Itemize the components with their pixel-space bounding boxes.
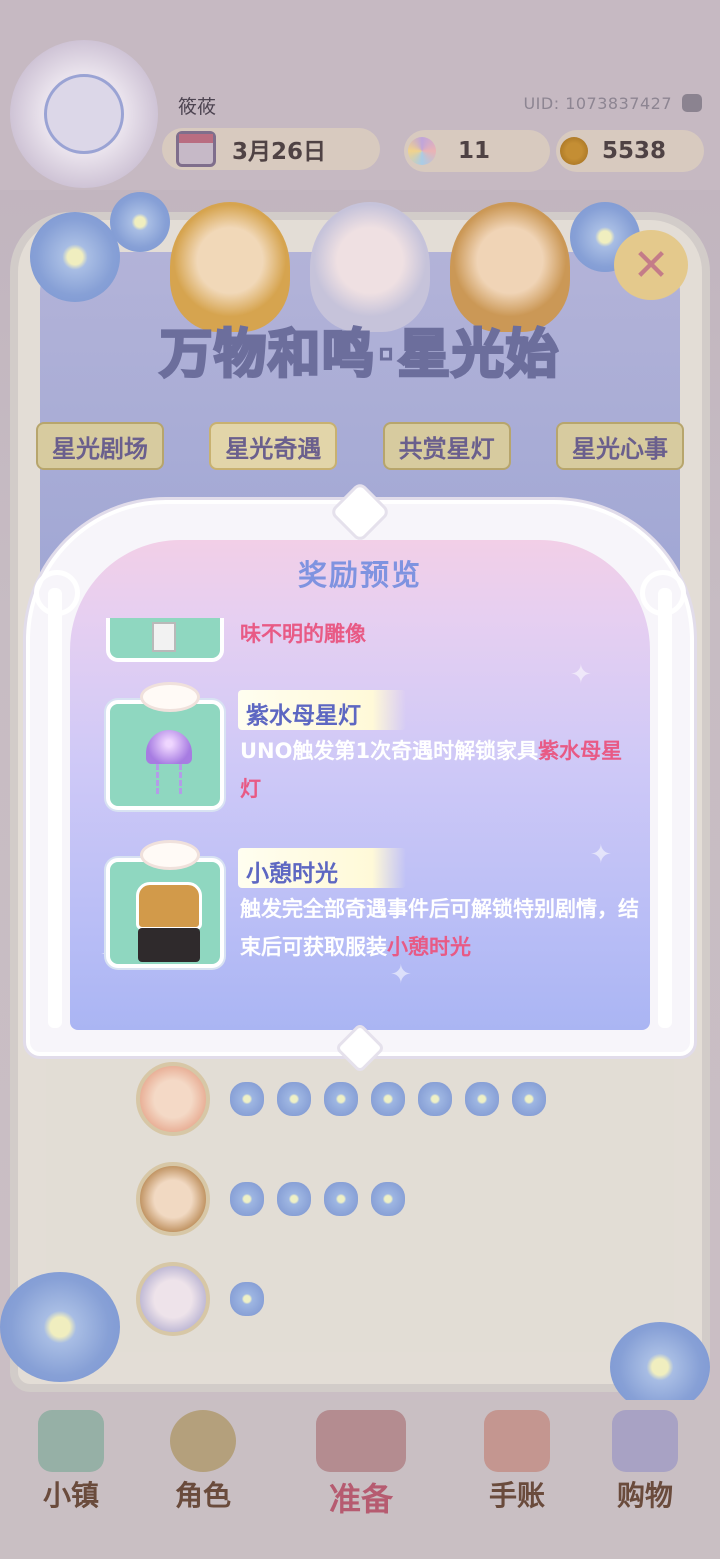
nav-shop-label: 购物 bbox=[616, 1479, 673, 1512]
gem-icon bbox=[408, 137, 436, 165]
nav-shop[interactable]: 购物 bbox=[590, 1410, 700, 1520]
player-avatar[interactable] bbox=[10, 40, 158, 188]
shopping-bag-icon bbox=[612, 1410, 678, 1472]
frame-pillar bbox=[48, 588, 62, 1028]
copy-uid-icon[interactable] bbox=[682, 94, 702, 112]
character-avatar[interactable] bbox=[136, 1062, 210, 1136]
nav-diary-label: 手账 bbox=[488, 1479, 545, 1512]
blue-flower-icon bbox=[230, 1282, 264, 1316]
modal-title: 奖励预览 bbox=[297, 558, 422, 592]
coin-icon bbox=[560, 137, 588, 165]
town-icon bbox=[38, 1410, 104, 1472]
affinity-list bbox=[46, 1032, 674, 1352]
cat-avatar-icon bbox=[44, 74, 124, 154]
jellyfish-lamp-icon bbox=[146, 730, 192, 764]
event-title: 万物和鸣·星光始 bbox=[159, 324, 560, 387]
player-name: 筱莜 bbox=[178, 96, 217, 118]
affinity-row bbox=[136, 1162, 418, 1236]
date-text: 3月26日 bbox=[232, 139, 327, 165]
blue-flower-icon bbox=[230, 1082, 264, 1116]
outfit-shorts-icon bbox=[138, 928, 200, 962]
reward-preview-modal: ✦ ✦ ✦ ✦ ✦ 奖励预览 味不明的雕像 紫水母星灯 UNO触发第1次奇遇时解… bbox=[26, 480, 694, 1074]
outfit-vest-icon bbox=[136, 882, 202, 930]
star-decoration: ✦ bbox=[590, 840, 612, 870]
nav-role-label: 角色 bbox=[174, 1479, 231, 1512]
nav-town-label: 小镇 bbox=[42, 1479, 99, 1512]
close-icon[interactable]: ✕ bbox=[614, 230, 688, 300]
coin-counter[interactable]: 5538 bbox=[556, 130, 704, 172]
reward-name: 紫水母星灯 bbox=[246, 703, 361, 729]
flower-decoration bbox=[610, 1322, 710, 1412]
character-avatar[interactable] bbox=[136, 1262, 210, 1336]
flower-decoration bbox=[0, 1272, 120, 1382]
blue-flower-icon bbox=[371, 1182, 405, 1216]
nav-ready[interactable]: 准备 bbox=[286, 1410, 436, 1520]
jellyfish-tentacles bbox=[156, 764, 182, 794]
nav-role[interactable]: 角色 bbox=[148, 1410, 258, 1520]
character-icon bbox=[170, 1410, 236, 1472]
blue-flower-icon bbox=[465, 1082, 499, 1116]
blue-flower-icon bbox=[230, 1182, 264, 1216]
gem-counter[interactable]: 11 bbox=[404, 130, 550, 172]
bottom-navigation: 小镇 角色 准备 手账 购物 bbox=[0, 1400, 720, 1559]
prepare-icon bbox=[316, 1410, 406, 1472]
statue-icon bbox=[152, 622, 176, 652]
ribbon-bow-icon bbox=[140, 840, 200, 870]
reward-card[interactable] bbox=[106, 840, 224, 968]
tab-shared-star-lights[interactable]: 共赏星灯 bbox=[382, 422, 511, 470]
tab-starlight-thoughts[interactable]: 星光心事 bbox=[555, 422, 684, 470]
player-uid: UID: 1073837427 bbox=[523, 94, 672, 113]
calendar-icon bbox=[176, 131, 216, 167]
gem-count: 11 bbox=[458, 138, 491, 164]
ribbon-bow-icon bbox=[140, 682, 200, 712]
diary-icon bbox=[484, 1410, 550, 1472]
reward-description: 触发完全部奇遇事件后可解锁特别剧情，结束后可获取服装小憩时光 bbox=[240, 890, 640, 966]
flower-decoration bbox=[30, 212, 120, 302]
reward-card[interactable] bbox=[106, 682, 224, 810]
nav-town[interactable]: 小镇 bbox=[16, 1410, 126, 1520]
blue-flower-icon bbox=[324, 1082, 358, 1116]
reward-desc-text: UNO触发第1次奇遇时解锁家具 bbox=[240, 739, 539, 763]
flower-decoration bbox=[110, 192, 170, 252]
coin-count: 5538 bbox=[602, 138, 667, 164]
blue-flower-icon bbox=[418, 1082, 452, 1116]
star-decoration: ✦ bbox=[570, 660, 592, 690]
event-tabs: 星光剧场 星光奇遇 共赏星灯 星光心事 bbox=[36, 422, 684, 470]
date-display: 3月26日 bbox=[162, 128, 380, 170]
blue-flower-icon bbox=[324, 1182, 358, 1216]
reward-desc-highlight: 小憩时光 bbox=[387, 935, 471, 959]
affinity-row bbox=[136, 1062, 559, 1136]
nav-diary[interactable]: 手账 bbox=[462, 1410, 572, 1520]
blue-flower-icon bbox=[277, 1182, 311, 1216]
tab-starlight-encounter[interactable]: 星光奇遇 bbox=[209, 422, 338, 470]
tab-starlight-theater[interactable]: 星光剧场 bbox=[36, 422, 164, 470]
blue-flower-icon bbox=[277, 1082, 311, 1116]
reward-description: UNO触发第1次奇遇时解锁家具紫水母星灯 bbox=[240, 732, 640, 808]
frame-pillar bbox=[658, 588, 672, 1028]
blue-flower-icon bbox=[371, 1082, 405, 1116]
character-avatar[interactable] bbox=[136, 1162, 210, 1236]
nav-ready-label: 准备 bbox=[328, 1480, 393, 1518]
top-status-bar: 筱莜 UID: 1073837427 3月26日 11 5538 bbox=[0, 0, 720, 190]
reward-card-partial bbox=[106, 618, 224, 662]
reward-desc-partial: 味不明的雕像 bbox=[240, 622, 366, 646]
blue-flower-icon bbox=[512, 1082, 546, 1116]
reward-name: 小憩时光 bbox=[246, 861, 338, 887]
angel-characters-illustration bbox=[160, 182, 580, 332]
affinity-row bbox=[136, 1262, 277, 1336]
